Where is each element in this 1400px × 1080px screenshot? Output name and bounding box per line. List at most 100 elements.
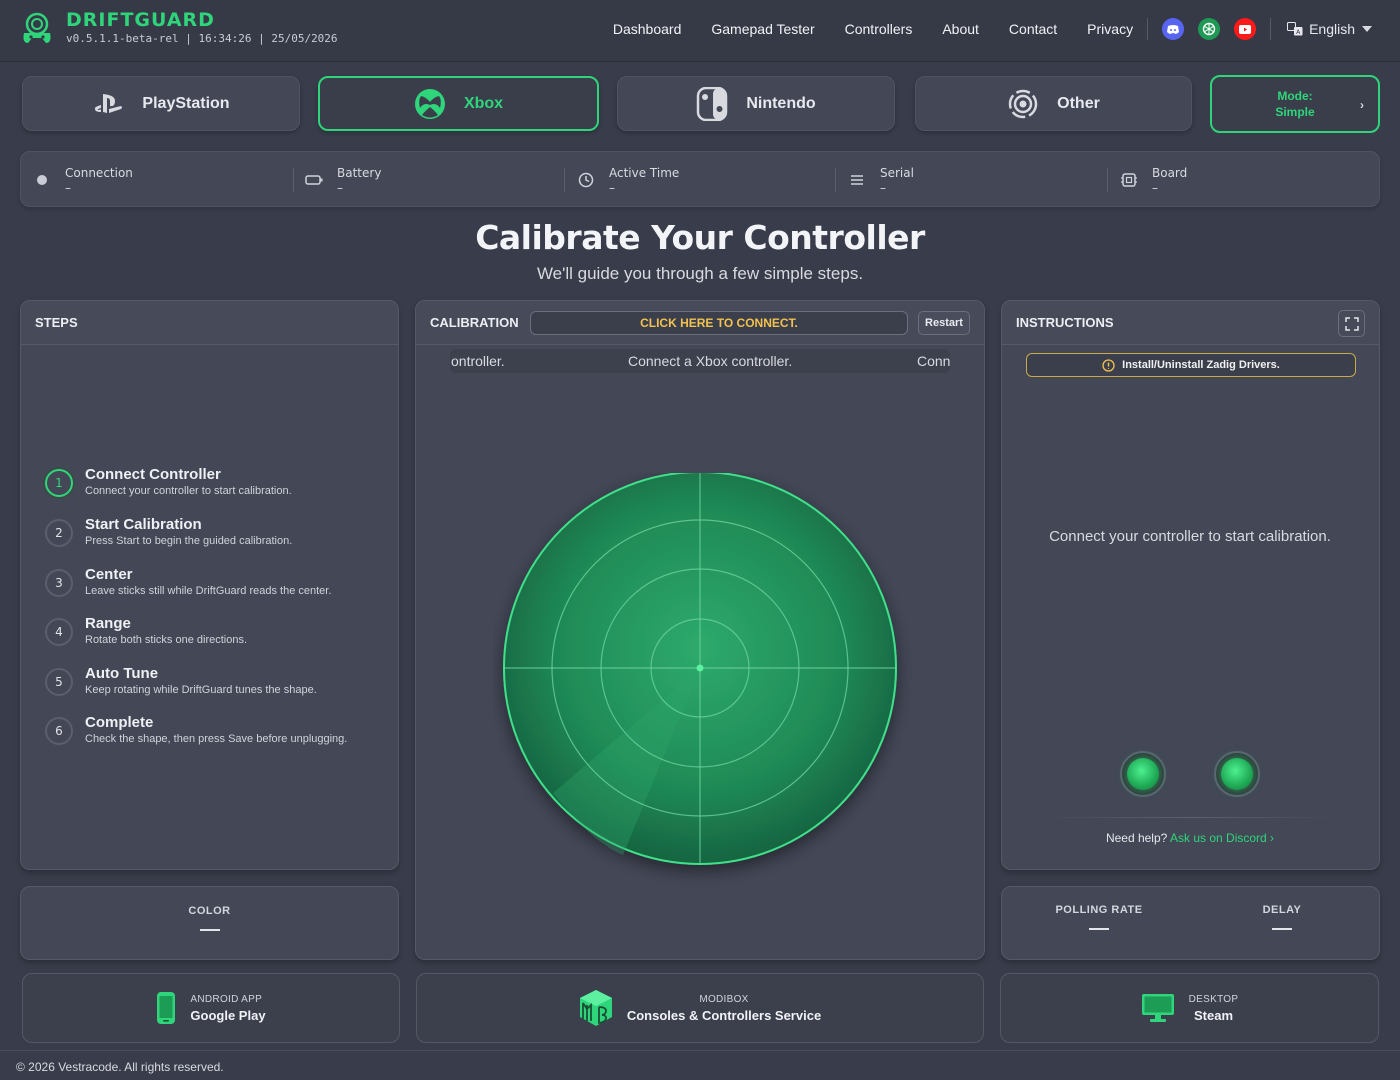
fullscreen-icon: [1344, 316, 1359, 331]
target-icon: [1007, 88, 1039, 120]
android-phone-icon: [157, 992, 176, 1024]
android-app-card[interactable]: ANDROID APP Google Play: [22, 973, 400, 1043]
date-text: 25/05/2026: [271, 32, 338, 45]
step-item: 3 Center Leave sticks still while DriftGu…: [45, 565, 331, 598]
instructions-panel: INSTRUCTIONS Install/Uninstall Zadig Dri…: [1001, 300, 1380, 870]
brand[interactable]: DRIFTGUARD v0.5.1.1-beta-rel | 16:34:26 …: [20, 10, 338, 45]
indicator-light: [1127, 758, 1159, 790]
platform-tab-other[interactable]: Other: [915, 76, 1192, 131]
main-nav: Dashboard Gamepad Tester Controllers Abo…: [583, 18, 1372, 40]
zadig-drivers-button[interactable]: Install/Uninstall Zadig Drivers.: [1026, 353, 1356, 377]
platform-tab-nintendo[interactable]: Nintendo: [617, 76, 895, 131]
step-description: Rotate both sticks one directions.: [85, 634, 248, 646]
nav-controllers[interactable]: Controllers: [845, 21, 913, 37]
status-active-time: Active Time –: [577, 152, 679, 208]
platform-label: Xbox: [463, 94, 504, 112]
status-value: –: [880, 181, 886, 195]
info-icon: [1102, 358, 1115, 372]
language-select[interactable]: A English: [1287, 21, 1372, 37]
panel-title: STEPS: [21, 301, 398, 345]
page-title: Calibrate Your Controller: [475, 218, 925, 257]
help-prefix: Need help?: [1105, 831, 1168, 845]
platform-label: Nintendo: [746, 94, 816, 112]
playstation-icon: [92, 92, 124, 116]
help-text: Need help? Ask us on Discord ›: [1002, 831, 1378, 845]
step-number: 5: [45, 668, 73, 696]
separator: |: [185, 32, 192, 45]
delay-label: DELAY: [1262, 904, 1302, 916]
driftguard-logo-icon: [23, 12, 51, 43]
mode-toggle[interactable]: Mode: Simple ›: [1210, 75, 1380, 133]
status-ticker: ontroller. Connect a Xbox controller. Co…: [450, 349, 950, 373]
nav-contact[interactable]: Contact: [1009, 21, 1057, 37]
color-panel: COLOR: [20, 886, 399, 960]
chip-icon: [1120, 172, 1138, 188]
step-description: Press Start to begin the guided calibrat…: [85, 535, 293, 547]
card-caption: MODIBOX: [699, 993, 749, 1005]
step-number: 4: [45, 618, 73, 646]
step-title: Center: [85, 566, 133, 583]
discord-help-link[interactable]: Ask us on Discord ›: [1170, 831, 1274, 845]
polling-rate-label: POLLING RATE: [1055, 904, 1143, 916]
status-board: Board –: [1120, 152, 1187, 208]
discord-icon[interactable]: [1162, 18, 1185, 40]
step-title: Complete: [85, 714, 154, 731]
polling-rate: POLLING RATE: [1042, 904, 1156, 930]
delay-value: [1272, 928, 1292, 930]
step-item: 5 Auto Tune Keep rotating while DriftGuar…: [45, 664, 317, 697]
step-description: Leave sticks still while DriftGuard read…: [85, 585, 332, 597]
instruction-message: Connect your controller to start calibra…: [1049, 528, 1331, 545]
calibration-panel: CALIBRATION CLICK HERE TO CONNECT. Resta…: [415, 300, 985, 960]
step-item: 4 Range Rotate both sticks one directions…: [45, 614, 247, 647]
status-label: Serial: [880, 166, 914, 180]
device-status-bar: Connection – Battery – Active Time – Serial…: [20, 151, 1380, 207]
desktop-steam-card[interactable]: DESKTOP Steam: [1000, 973, 1379, 1043]
status-serial: Serial –: [848, 152, 914, 208]
separator: |: [258, 32, 265, 45]
steps-panel: STEPS 1 Connect Controller Connect your c…: [20, 300, 399, 870]
step-number: 6: [45, 717, 73, 745]
platform-label: Other: [1057, 94, 1100, 112]
indicator-light: [1221, 758, 1253, 790]
status-value: –: [337, 181, 343, 195]
status-label: Active Time: [609, 166, 680, 180]
brand-name: DRIFTGUARD: [66, 9, 215, 31]
nintendo-switch-icon: [696, 86, 728, 121]
ticker-text: Conn: [917, 353, 950, 369]
clock-text: 16:34:26: [198, 32, 252, 45]
copyright: © 2026 Vestracode. All rights reserved.: [0, 1050, 1400, 1080]
youtube-icon[interactable]: [1234, 18, 1257, 40]
nav-privacy[interactable]: Privacy: [1087, 21, 1133, 37]
card-title: Steam: [1193, 1007, 1234, 1023]
status-label: Board: [1152, 166, 1188, 180]
platform-tab-playstation[interactable]: PlayStation: [22, 76, 300, 131]
nav-dashboard[interactable]: Dashboard: [613, 21, 682, 37]
platform-tab-xbox[interactable]: Xbox: [318, 76, 599, 131]
status-value: –: [1152, 181, 1158, 195]
divider: [1042, 817, 1338, 818]
chevron-down-icon: [1362, 26, 1372, 32]
fullscreen-button[interactable]: [1338, 310, 1365, 337]
left-stick-indicator: [1120, 751, 1166, 797]
color-label: COLOR: [188, 905, 231, 917]
nav-about[interactable]: About: [942, 21, 979, 37]
xbox-icon: [414, 88, 446, 120]
step-item: 6 Complete Check the shape, then press Sa…: [45, 713, 347, 746]
step-title: Start Calibration: [85, 516, 202, 533]
stick-radar: [503, 473, 897, 865]
page-subtitle: We'll guide you through a few simple ste…: [536, 264, 864, 283]
modibox-card[interactable]: MODIBOX Consoles & Controllers Service: [416, 973, 984, 1043]
status-battery: Battery –: [305, 152, 381, 208]
desktop-monitor-icon: [1141, 994, 1174, 1022]
modibox-logo-icon: [579, 990, 612, 1026]
nav-divider: [1147, 18, 1149, 40]
version-text: v0.5.1.1-beta-rel: [66, 32, 179, 45]
connect-button[interactable]: CLICK HERE TO CONNECT.: [530, 311, 908, 335]
nav-gamepad-tester[interactable]: Gamepad Tester: [711, 21, 814, 37]
translate-icon: A: [1287, 22, 1303, 36]
openai-icon[interactable]: [1198, 18, 1221, 40]
status-value: –: [609, 181, 615, 195]
card-title: Google Play: [190, 1007, 266, 1023]
status-label: Connection: [65, 166, 133, 180]
restart-button[interactable]: Restart: [918, 311, 970, 335]
